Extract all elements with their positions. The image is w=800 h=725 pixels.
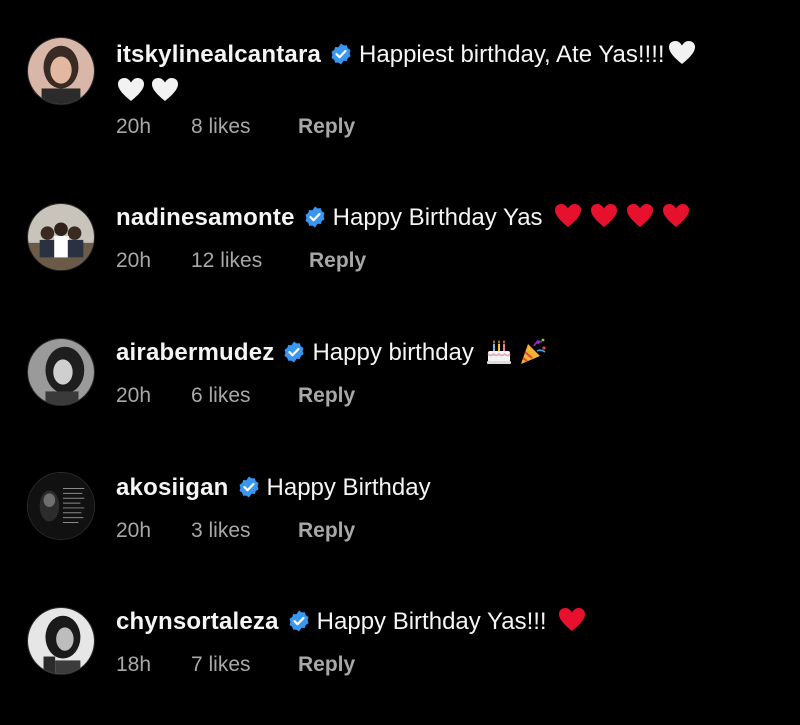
comment-likes[interactable]: 7 likes <box>191 653 298 677</box>
red-heart-icon <box>625 201 655 231</box>
comment-text: Happy birthday <box>312 339 474 366</box>
comment-username[interactable]: nadinesamonte <box>116 204 295 231</box>
reply-button[interactable]: Reply <box>298 519 355 543</box>
reply-button[interactable]: Reply <box>298 653 355 677</box>
reply-button[interactable]: Reply <box>309 249 366 273</box>
comment-username[interactable]: itskylinealcantara <box>116 41 321 68</box>
verified-badge-icon <box>237 475 261 499</box>
white-heart-icon <box>150 75 180 105</box>
red-heart-icon <box>589 201 619 231</box>
comment-time: 20h <box>116 519 152 542</box>
comment-text: Happiest birthday, Ate Yas!!!! <box>359 41 665 68</box>
avatar[interactable] <box>27 203 95 271</box>
red-heart-icon <box>557 605 587 635</box>
avatar[interactable] <box>27 37 95 105</box>
comment-time: 20h <box>116 115 152 138</box>
comment-time: 20h <box>116 249 152 272</box>
comment-text: Happy Birthday <box>266 474 431 501</box>
comment-likes[interactable]: 3 likes <box>191 519 298 543</box>
birthday-cake-icon <box>484 336 514 366</box>
comment-username[interactable]: chynsortaleza <box>116 608 279 635</box>
comment-username[interactable]: airabermudez <box>116 339 274 366</box>
avatar[interactable] <box>27 607 95 675</box>
verified-badge-icon <box>282 340 306 364</box>
reply-button[interactable]: Reply <box>298 115 355 139</box>
party-popper-icon <box>518 336 548 366</box>
comment-likes[interactable]: 8 likes <box>191 115 298 139</box>
verified-badge-icon <box>329 42 353 66</box>
reply-button[interactable]: Reply <box>298 384 355 408</box>
white-heart-icon <box>116 75 146 105</box>
red-heart-icon <box>661 201 691 231</box>
verified-badge-icon <box>287 609 311 633</box>
comment-text: Happy Birthday Yas <box>332 204 543 231</box>
comment-time: 20h <box>116 384 152 407</box>
white-heart-icon <box>667 38 697 68</box>
comment-username[interactable]: akosiigan <box>116 474 229 501</box>
comment-likes[interactable]: 12 likes <box>191 249 309 273</box>
avatar[interactable] <box>27 472 95 540</box>
comment-likes[interactable]: 6 likes <box>191 384 298 408</box>
comment-time: 18h <box>116 653 152 676</box>
red-heart-icon <box>553 201 583 231</box>
avatar[interactable] <box>27 338 95 406</box>
comment-text: Happy Birthday Yas!!! <box>316 608 547 635</box>
verified-badge-icon <box>303 205 327 229</box>
